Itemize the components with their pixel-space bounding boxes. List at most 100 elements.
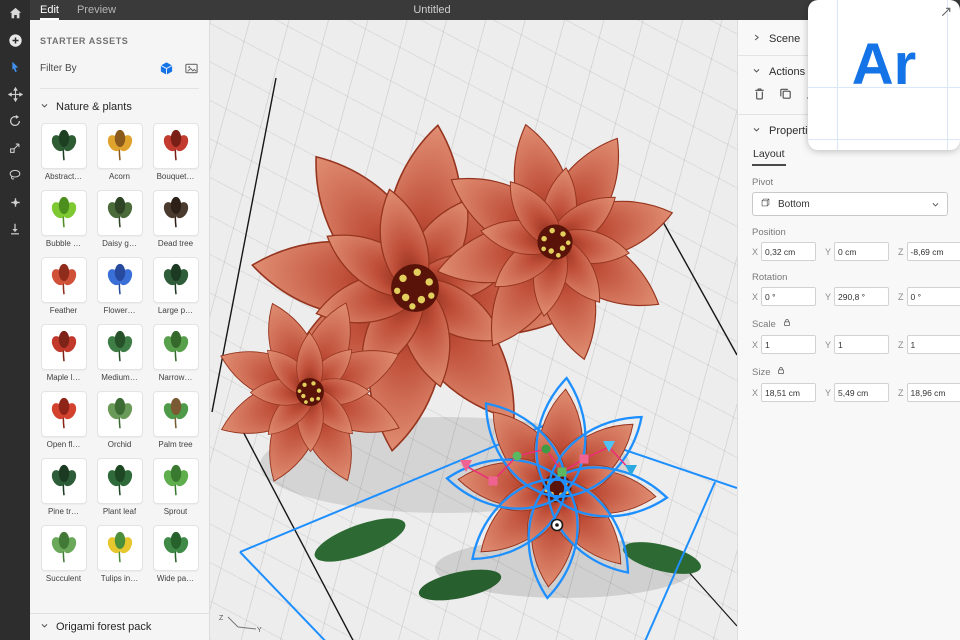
axis-y-label: Y bbox=[825, 339, 832, 350]
mode-tabs: Edit Preview bbox=[40, 0, 116, 20]
drop-tool-icon[interactable] bbox=[5, 219, 25, 239]
asset-thumbnail bbox=[40, 123, 87, 169]
pivot-cube-icon bbox=[760, 197, 771, 211]
filter-by-label: Filter By bbox=[40, 63, 77, 74]
asset-label: Flower… bbox=[103, 306, 136, 315]
axis-z-label: Z bbox=[898, 339, 904, 350]
select-tool-icon[interactable] bbox=[5, 57, 25, 77]
asset-item-maplel[interactable]: Maple l… bbox=[40, 324, 87, 382]
rotation-y-field[interactable]: 290,8 ° bbox=[834, 287, 890, 306]
tab-edit[interactable]: Edit bbox=[40, 0, 59, 20]
scale-z-field[interactable]: 1 bbox=[906, 335, 960, 354]
asset-item-medium[interactable]: Medium… bbox=[96, 324, 143, 382]
asset-thumbnail bbox=[152, 458, 199, 504]
asset-item-sprout[interactable]: Sprout bbox=[152, 458, 199, 516]
viewport-canvas[interactable]: Z Y bbox=[210, 20, 737, 640]
asset-item-bubble[interactable]: Bubble … bbox=[40, 190, 87, 248]
home-icon[interactable] bbox=[5, 3, 25, 23]
asset-item-daisyg[interactable]: Daisy g… bbox=[96, 190, 143, 248]
asset-item-bouquet[interactable]: Bouquet… bbox=[152, 123, 199, 181]
rotation-label: Rotation bbox=[752, 272, 946, 283]
rotation-x-field[interactable]: 0 ° bbox=[761, 287, 817, 306]
pivot-label: Pivot bbox=[752, 177, 774, 188]
assets-panel: STARTER ASSETS Filter By Nature & plants… bbox=[30, 20, 210, 640]
section-origami-forest-pack[interactable]: Origami forest pack bbox=[30, 613, 209, 640]
filter-3d-objects-icon[interactable] bbox=[159, 61, 174, 76]
asset-item-acorn[interactable]: Acorn bbox=[96, 123, 143, 181]
tab-preview[interactable]: Preview bbox=[77, 0, 116, 20]
asset-item-flower[interactable]: Flower… bbox=[96, 257, 143, 315]
pan-tool-icon[interactable] bbox=[5, 192, 25, 212]
asset-item-feather[interactable]: Feather bbox=[40, 257, 87, 315]
size-y-field[interactable]: 5,49 cm bbox=[834, 383, 890, 402]
position-x-field[interactable]: 0,32 cm bbox=[761, 242, 817, 261]
asset-item-openfl[interactable]: Open fl… bbox=[40, 391, 87, 449]
section-nature-plants[interactable]: Nature & plants bbox=[40, 101, 199, 113]
asset-thumbnail bbox=[40, 458, 87, 504]
position-y-field[interactable]: 0 cm bbox=[834, 242, 890, 261]
scale-tool-icon[interactable] bbox=[5, 138, 25, 158]
asset-item-narrow[interactable]: Narrow… bbox=[152, 324, 199, 382]
asset-label: Tulips in… bbox=[100, 574, 139, 583]
asset-thumbnail bbox=[96, 324, 143, 370]
asset-item-succulent[interactable]: Succulent bbox=[40, 525, 87, 583]
axis-x-label: X bbox=[752, 246, 759, 257]
rotation-z-field[interactable]: 0 ° bbox=[906, 287, 960, 306]
asset-item-deadtree[interactable]: Dead tree bbox=[152, 190, 199, 248]
aero-app: Edit Preview Untitled STARTER ASSETS Fil… bbox=[0, 0, 960, 640]
lasso-tool-icon[interactable] bbox=[5, 165, 25, 185]
delete-action-icon[interactable] bbox=[752, 86, 767, 101]
axis-y-label: Y bbox=[825, 246, 832, 257]
asset-label: Sprout bbox=[163, 507, 188, 516]
size-z-field[interactable]: 18,96 cm bbox=[906, 383, 960, 402]
pivot-dropdown[interactable]: Bottom bbox=[752, 192, 948, 216]
aero-logo: Ar bbox=[851, 31, 917, 97]
asset-item-orchid[interactable]: Orchid bbox=[96, 391, 143, 449]
asset-item-abstract[interactable]: Abstract… bbox=[40, 123, 87, 181]
tab-layout[interactable]: Layout bbox=[752, 148, 786, 166]
asset-label: Bouquet… bbox=[156, 172, 195, 181]
asset-label: Narrow… bbox=[158, 373, 193, 382]
duplicate-action-icon[interactable] bbox=[778, 86, 793, 101]
scale-label: Scale bbox=[752, 317, 946, 331]
rotation-label-text: Rotation bbox=[752, 272, 788, 283]
scale-y-field[interactable]: 1 bbox=[834, 335, 890, 354]
asset-label: Acorn bbox=[109, 172, 130, 181]
lock-icon[interactable] bbox=[782, 317, 792, 331]
asset-item-pinetr[interactable]: Pine tr… bbox=[40, 458, 87, 516]
asset-item-plantleaf[interactable]: Plant leaf bbox=[96, 458, 143, 516]
filter-images-icon[interactable] bbox=[184, 61, 199, 76]
rotate-tool-icon[interactable] bbox=[5, 111, 25, 131]
position-z-field[interactable]: -8,69 cm bbox=[906, 242, 960, 261]
asset-item-tulipsin[interactable]: Tulips in… bbox=[96, 525, 143, 583]
asset-label: Medium… bbox=[101, 373, 138, 382]
asset-label: Maple l… bbox=[46, 373, 81, 382]
asset-item-largep[interactable]: Large p… bbox=[152, 257, 199, 315]
size-x-field[interactable]: 18,51 cm bbox=[761, 383, 817, 402]
asset-thumbnail bbox=[96, 391, 143, 437]
move-tool-icon[interactable] bbox=[5, 84, 25, 104]
chevron-down-icon bbox=[40, 101, 49, 113]
asset-thumbnail bbox=[152, 257, 199, 303]
asset-thumbnail bbox=[40, 190, 87, 236]
axis-y-label: Y bbox=[825, 291, 832, 302]
axis-x-label: X bbox=[752, 339, 759, 350]
asset-item-palmtree[interactable]: Palm tree bbox=[152, 391, 199, 449]
asset-item-widepa[interactable]: Wide pa… bbox=[152, 525, 199, 583]
chevron-down-icon bbox=[40, 621, 49, 633]
tool-rail bbox=[0, 0, 30, 640]
actions-section-label: Actions bbox=[769, 66, 806, 78]
add-asset-icon[interactable] bbox=[5, 30, 25, 50]
scale-x-field[interactable]: 1 bbox=[761, 335, 817, 354]
position-label: Position bbox=[752, 227, 946, 238]
asset-grid: Abstract… Acorn Bouquet… Bubble … Daisy g… De… bbox=[40, 123, 199, 583]
asset-thumbnail bbox=[96, 458, 143, 504]
asset-label: Succulent bbox=[45, 574, 82, 583]
aero-logo-card: Ar bbox=[808, 0, 960, 150]
chevron-down-icon bbox=[752, 66, 761, 78]
position-label-text: Position bbox=[752, 227, 786, 238]
expand-icon[interactable] bbox=[940, 6, 952, 18]
asset-label: Daisy g… bbox=[102, 239, 137, 248]
size-label-text: Size bbox=[752, 366, 771, 378]
lock-icon[interactable] bbox=[776, 365, 786, 379]
